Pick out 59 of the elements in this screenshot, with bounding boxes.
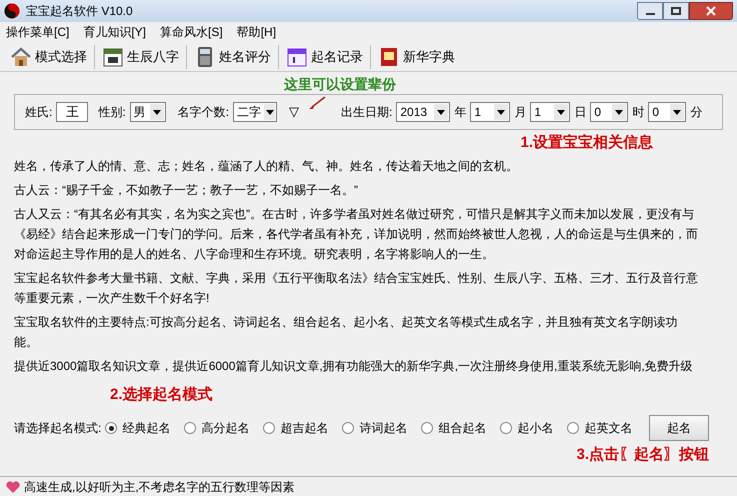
intro-paragraph: 古人又云：“有其名必有其实，名为实之宾也”。在古时，许多学者虽对姓名做过研究，可惜只是解其字义而未加以发展，更没有与《易经》结合起来形成一门专门的学问。后来，各代学者虽有补充，详加说明，然而始终被世人忽视，人的命运是与生俱来的，而对命运起主导作用的是人的姓名、八字命理和生存环境。研究表明，名字将影响人的一生。: [14, 206, 699, 263]
mode-radio[interactable]: 经典起名: [105, 419, 170, 437]
menu-item[interactable]: 育儿知识[Y]: [83, 23, 146, 41]
yin-yang-icon: [4, 3, 20, 19]
close-icon: [706, 6, 716, 16]
intro-paragraph: 提供近3000篇取名知识文章，提供近6000篇育儿知识文章,拥有功能强大的新华字典,一次注册终身使用,重装系统无影响,免费升级: [14, 358, 694, 375]
close-button[interactable]: [689, 2, 733, 20]
status-text: 高速生成,以好听为主,不考虑名字的五行数理等因素: [24, 478, 295, 496]
minimize-button[interactable]: [637, 2, 663, 20]
mode-radio[interactable]: 组合起名: [421, 419, 486, 437]
mode-radio[interactable]: 超吉起名: [263, 419, 328, 437]
house-icon: [10, 46, 32, 68]
calendar-icon: [102, 46, 124, 68]
year-dropdown[interactable]: 2013: [396, 102, 450, 122]
birth-date-label: 出生日期:: [341, 104, 392, 121]
generation-marker[interactable]: ▽: [289, 102, 300, 122]
minute-dropdown[interactable]: 0: [648, 102, 686, 122]
step-one-note: 1.设置宝宝相关信息: [520, 132, 653, 153]
menu-item[interactable]: 帮助[H]: [236, 23, 276, 41]
mode-label: 请选择起名模式:: [14, 420, 102, 437]
toolbar-button[interactable]: 生辰八字: [100, 46, 181, 68]
step-two-note: 2.选择起名模式: [110, 384, 213, 404]
menu-item[interactable]: 操作菜单[C]: [6, 23, 70, 41]
mode-radio[interactable]: 高分起名: [184, 419, 250, 437]
gender-dropdown[interactable]: 男: [130, 102, 166, 122]
year-unit: 年: [454, 104, 466, 121]
intro-paragraph: 宝宝取名软件的主要特点:可按高分起名、诗词起名、组合起名、起小名、起英文名等模式生成名字，并且独有英文名字朗读功能。: [14, 314, 678, 351]
toolbar-button[interactable]: 姓名评分: [192, 46, 273, 68]
notebook-icon: [286, 46, 308, 68]
hour-dropdown[interactable]: 0: [590, 102, 628, 122]
name-length-label: 名字个数:: [178, 104, 230, 121]
intro-paragraph: 古人云：“赐子千金，不如教子一艺；教子一艺，不如赐子一名。”: [14, 182, 359, 199]
name-length-dropdown[interactable]: 二字: [233, 102, 278, 122]
window-title: 宝宝起名软件 V10.0: [26, 3, 133, 20]
maximize-button[interactable]: [663, 2, 689, 20]
generation-hint: 这里可以设置辈份: [284, 74, 396, 94]
step-three-note: 3.点击〖起名〗按钮: [576, 444, 709, 465]
mode-radio[interactable]: 诗词起名: [342, 419, 408, 437]
toolbar-button[interactable]: 模式选择: [8, 46, 89, 68]
generate-button[interactable]: 起名: [649, 415, 709, 441]
month-unit: 月: [514, 104, 526, 121]
hour-unit: 时: [632, 104, 644, 121]
toolbar-button[interactable]: 新华字典: [376, 46, 457, 68]
gender-label: 性别:: [98, 104, 126, 121]
menu-item[interactable]: 算命风水[S]: [160, 23, 223, 41]
toolbar-button[interactable]: 起名记录: [284, 46, 365, 68]
intro-paragraph: 宝宝起名软件参考大量书籍、文献、字典，采用《五行平衡取名法》结合宝宝姓氏、性别、生辰八字、五格、三才、五行及音行意等重要元素，一次产生数千个好名字!: [14, 270, 699, 307]
day-dropdown[interactable]: 1: [530, 102, 570, 122]
day-unit: 日: [574, 104, 586, 121]
surname-label: 姓氏:: [25, 104, 52, 121]
mode-radio[interactable]: 起小名: [500, 419, 554, 437]
book-icon: [378, 46, 400, 68]
minute-unit: 分: [690, 104, 702, 121]
mode-radio[interactable]: 起英文名: [567, 419, 632, 437]
month-dropdown[interactable]: 1: [470, 102, 510, 122]
surname-field[interactable]: 王: [56, 102, 88, 122]
arrow-icon: [308, 96, 326, 110]
intro-paragraph: 姓名，传承了人的情、意、志；姓名，蕴涵了人的精、气、神。姓名，传达着天地之间的玄机。: [14, 158, 519, 175]
heart-icon: [6, 480, 20, 492]
